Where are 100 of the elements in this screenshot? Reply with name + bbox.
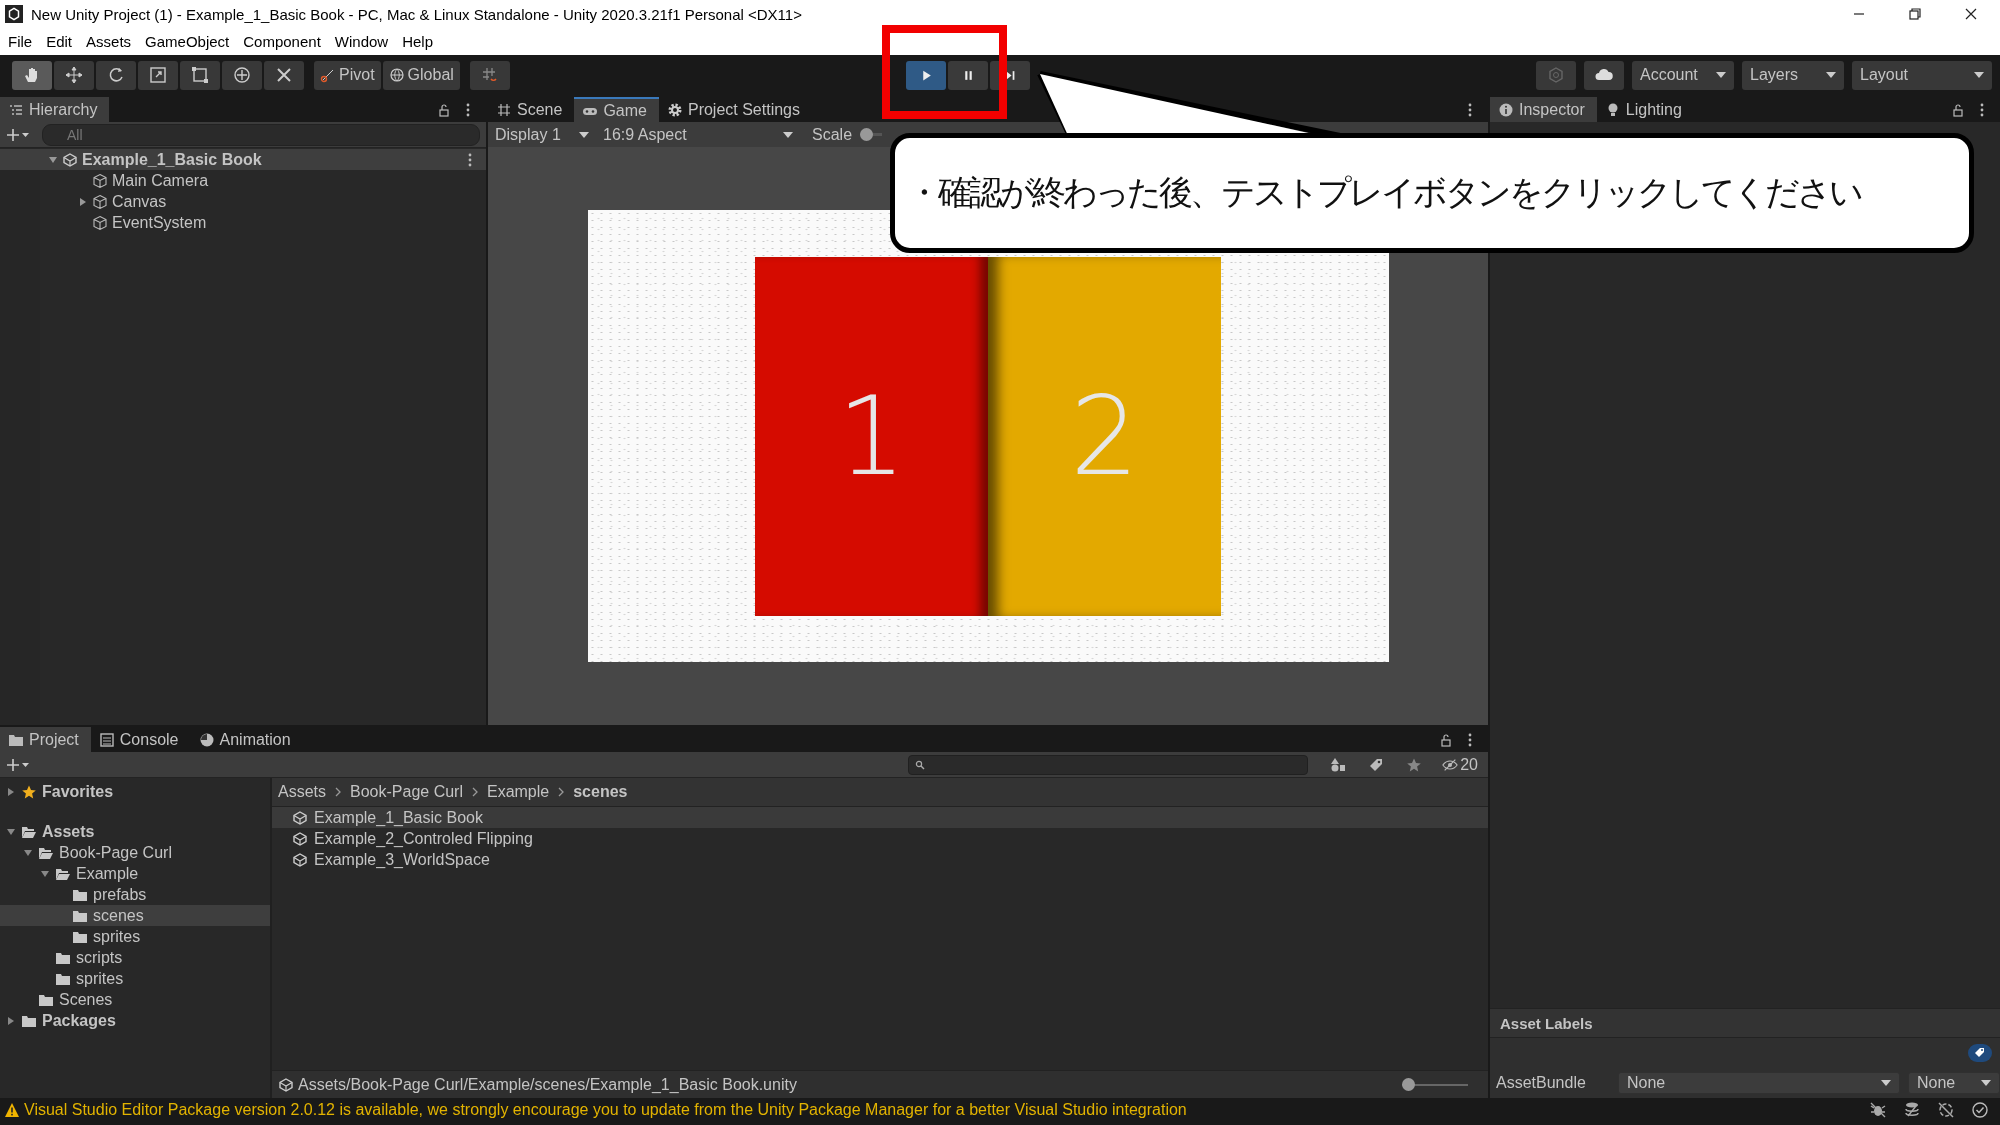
project-tab[interactable]: Project: [0, 727, 91, 752]
tool-button[interactable]: [12, 60, 52, 90]
expand-arrow-icon[interactable]: [40, 868, 50, 879]
filter-type-icon[interactable]: [1330, 756, 1347, 773]
lock-icon[interactable]: [1950, 101, 1966, 118]
lock-icon[interactable]: [436, 101, 452, 118]
hidden-packages-button[interactable]: 20: [1432, 755, 1482, 774]
folder-item[interactable]: sprites: [76, 969, 124, 988]
play-button[interactable]: [906, 61, 946, 90]
grid-icon: [496, 101, 512, 118]
folder-item[interactable]: Packages: [42, 1011, 116, 1030]
menu-item[interactable]: GameObject: [145, 33, 230, 50]
search-field[interactable]: [908, 754, 1309, 775]
console-icon: [98, 731, 115, 748]
folder-item[interactable]: scenes: [93, 906, 144, 925]
add-icon[interactable]: [6, 126, 30, 143]
breadcrumb-item[interactable]: scenes: [573, 783, 628, 801]
caret-icon: [1981, 1080, 1991, 1086]
status-message[interactable]: Visual Studio Editor Package version 2.0.12 is available, we strongly encourage you to update from the Unity Package Manager for a better Visual Studio integration: [24, 1101, 1187, 1119]
unity-scene-icon: [278, 1076, 294, 1093]
tool-button[interactable]: [264, 60, 304, 90]
layers-dropdown[interactable]: Layers: [1742, 60, 1844, 90]
view-tab[interactable]: Project Settings: [658, 97, 812, 122]
folder-item[interactable]: Favorites: [42, 782, 114, 801]
expand-arrow-icon[interactable]: [6, 826, 16, 837]
display-dropdown[interactable]: Display 1: [492, 123, 592, 146]
search-field[interactable]: All: [42, 123, 480, 146]
hierarchy-item[interactable]: Main Camera: [112, 171, 209, 190]
menu-item[interactable]: File: [8, 33, 33, 50]
folder-item[interactable]: prefabs: [93, 885, 147, 904]
expand-arrow-icon[interactable]: [48, 154, 58, 165]
scale-icon: [148, 65, 168, 85]
info-icon: [1498, 101, 1514, 118]
account-dropdown[interactable]: Account: [1632, 60, 1734, 90]
breadcrumb-item[interactable]: Book-Page Curl: [350, 783, 463, 801]
hierarchy-item[interactable]: Canvas: [112, 192, 167, 211]
menu-item[interactable]: Component: [243, 33, 321, 50]
menu-item[interactable]: Assets: [86, 33, 132, 50]
pause-button[interactable]: [948, 61, 988, 90]
cube-icon: [92, 214, 108, 231]
lock-icon[interactable]: [1438, 731, 1454, 748]
selected-row[interactable]: Example_1_Basic Book: [0, 149, 486, 170]
breadcrumb-item[interactable]: Example: [486, 783, 550, 801]
folder-item[interactable]: Book-Page Curl: [59, 843, 172, 862]
network-off-icon[interactable]: [1936, 1100, 1956, 1120]
cube-icon: [92, 172, 108, 189]
expand-arrow-icon[interactable]: [6, 1015, 16, 1026]
pivot-button[interactable]: Pivot: [314, 60, 381, 90]
chevron-icon: [470, 786, 479, 798]
grid-snap-button[interactable]: [469, 60, 510, 90]
add-icon[interactable]: [6, 756, 30, 773]
aspect-dropdown[interactable]: 16:9 Aspect: [600, 123, 796, 146]
expand-arrow-icon[interactable]: [6, 786, 16, 797]
breadcrumb-item[interactable]: Assets: [278, 783, 326, 801]
view-tab[interactable]: Game: [574, 97, 659, 122]
variant-dropdown[interactable]: None: [1908, 1072, 2000, 1094]
asset-labels-header: Asset Labels: [1490, 1008, 2000, 1038]
tool-button[interactable]: [96, 60, 136, 90]
folder-item[interactable]: Example: [76, 864, 139, 883]
check-circle-icon[interactable]: [1970, 1100, 1990, 1120]
restore-icon[interactable]: [1908, 7, 1922, 21]
hierarchy-item[interactable]: Example_1_Basic Book: [82, 150, 262, 169]
expand-arrow-icon[interactable]: [23, 847, 33, 858]
global-button[interactable]: Global: [382, 60, 460, 90]
folder-item[interactable]: Assets: [42, 822, 95, 841]
folder-item[interactable]: scripts: [76, 948, 123, 967]
expand-arrow-icon[interactable]: [78, 196, 88, 207]
scene-asset-row[interactable]: Example_1_Basic Book: [272, 807, 1488, 828]
project-tab[interactable]: Console: [90, 727, 191, 752]
tool-button[interactable]: [222, 60, 262, 90]
inspector-tab[interactable]: Lighting: [1596, 97, 1694, 122]
project-tab[interactable]: Animation: [190, 727, 303, 752]
collab-button[interactable]: [1536, 60, 1576, 90]
tool-button[interactable]: [54, 60, 94, 90]
layout-dropdown[interactable]: Layout: [1852, 60, 1992, 90]
menu-item[interactable]: Edit: [46, 33, 73, 50]
caret-icon: [1826, 72, 1836, 78]
hierarchy-item[interactable]: EventSystem: [112, 213, 207, 232]
view-tab[interactable]: Scene: [488, 97, 575, 122]
folder-item[interactable]: Scenes: [59, 990, 113, 1009]
chevron-icon: [334, 786, 342, 798]
unity-scene-icon: [292, 830, 308, 847]
folder-item[interactable]: sprites: [93, 927, 141, 946]
scene-asset-row[interactable]: Example_2_Controled Flipping: [272, 828, 1488, 849]
scene-asset-row[interactable]: Example_3_WorldSpace: [272, 849, 1488, 870]
selected-row[interactable]: scenes: [0, 905, 270, 926]
inspector-tab[interactable]: Inspector: [1490, 97, 1597, 122]
tool-button[interactable]: [180, 60, 220, 90]
tool-button[interactable]: [138, 60, 178, 90]
hierarchy-tab[interactable]: Hierarchy: [0, 97, 110, 122]
menu-item[interactable]: Help: [402, 33, 434, 50]
debug-off-icon[interactable]: [1868, 1100, 1888, 1120]
close-icon[interactable]: [1964, 7, 1978, 21]
menu-item[interactable]: Window: [334, 33, 389, 50]
scale-label: Scale: [812, 125, 853, 144]
asset-bundle-dropdown[interactable]: None: [1618, 1072, 1900, 1094]
tag-icon[interactable]: [1368, 756, 1385, 773]
unity-scene-icon: [292, 851, 308, 868]
cloud-button[interactable]: [1584, 60, 1624, 90]
tag-icon[interactable]: [1968, 1044, 1992, 1062]
